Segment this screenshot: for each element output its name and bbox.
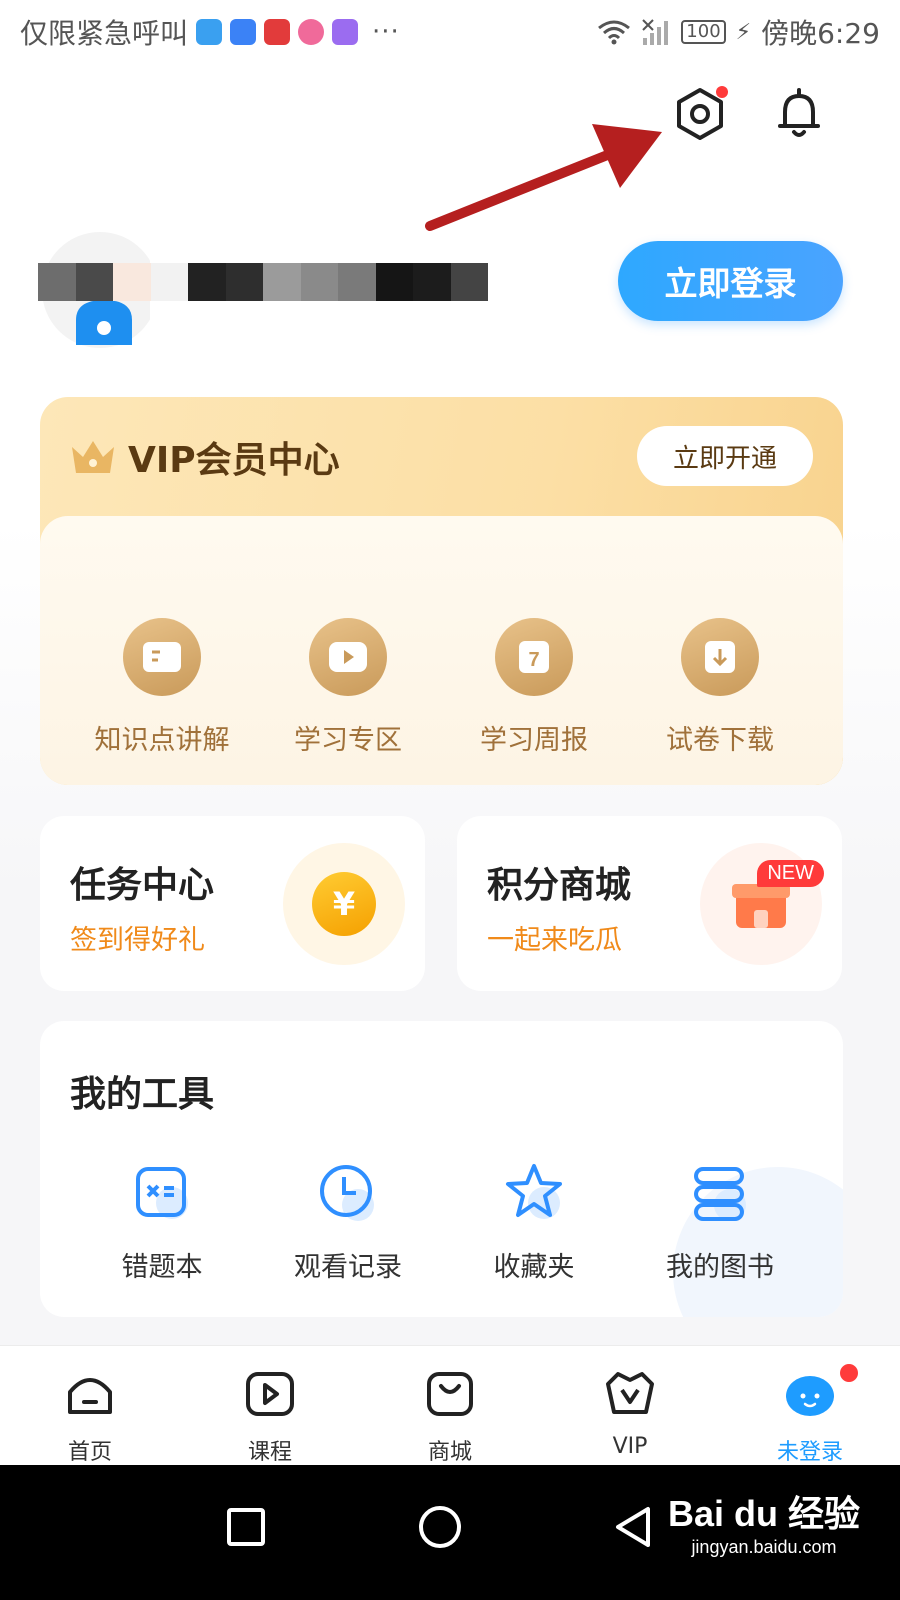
- vip-open-button[interactable]: 立即开通: [637, 426, 813, 486]
- tab-label: 首页: [67, 1440, 112, 1465]
- news-app-icon: [264, 19, 291, 45]
- carrier-text: 仅限紧急呼叫: [20, 17, 189, 50]
- svg-text:7: 7: [528, 649, 539, 671]
- quanquan-app-icon: [230, 19, 257, 45]
- tab-label: 课程: [247, 1440, 292, 1465]
- profile-notification-dot: [838, 1362, 860, 1384]
- vip-crown-icon: [606, 1372, 654, 1414]
- back-nav-button[interactable]: [604, 1497, 664, 1557]
- star-icon: [506, 1164, 562, 1219]
- baidu-jingyan-watermark: Bai du 经验 jingyan.baidu.com: [668, 1485, 860, 1558]
- status-left: 仅限紧急呼叫 ···: [20, 12, 400, 52]
- coin-icon-wrap: ¥: [283, 843, 405, 965]
- tool-favorites[interactable]: 收藏夹: [444, 1161, 624, 1284]
- signal-icon: [642, 19, 669, 45]
- candy-app-icon: [298, 19, 325, 45]
- tab-label: VIP: [612, 1434, 648, 1459]
- task-center-title: 任务中心: [70, 865, 215, 906]
- books-icon: [694, 1167, 746, 1221]
- tab-home[interactable]: 首页: [30, 1368, 150, 1466]
- tool-label: 观看记录: [294, 1252, 402, 1283]
- new-badge: NEW: [757, 860, 824, 887]
- tab-label: 商城: [427, 1440, 472, 1465]
- my-tools-card: 我的工具 错题本 观看记录 收藏夹 我的图书: [40, 1021, 843, 1317]
- coin-icon: ¥: [312, 872, 376, 936]
- system-nav-bar: Bai du 经验 jingyan.baidu.com: [0, 1465, 900, 1600]
- clock-icon: [320, 1165, 374, 1221]
- battery-icon: 100: [681, 20, 726, 44]
- task-center-subtitle: 签到得好礼: [70, 925, 205, 956]
- download-icon: [681, 618, 759, 696]
- bell-icon: [778, 88, 820, 137]
- points-mall-subtitle: 一起来吃瓜: [487, 925, 622, 956]
- points-mall-card[interactable]: 积分商城 一起来吃瓜 NEW: [457, 816, 842, 991]
- status-right: 100 ⚡ 傍晚6:29: [597, 12, 880, 52]
- vip-item-weekly-report[interactable]: 7 学习周报: [444, 618, 624, 757]
- vip-item-label: 学习周报: [480, 725, 588, 756]
- vip-title: VIP会员中心: [128, 440, 340, 481]
- calendar-7-icon: 7: [495, 618, 573, 696]
- home-icon: [68, 1378, 112, 1414]
- shield-app-icon: [196, 19, 223, 45]
- vip-benefits: 知识点讲解 学习专区 7 学习周报 试卷下载: [40, 516, 843, 785]
- profile-avatar-icon: [786, 1376, 834, 1416]
- wifi-icon: [598, 20, 631, 45]
- crown-icon: [72, 441, 114, 473]
- vip-center-card[interactable]: VIP会员中心 立即开通 知识点讲解 学习专区 7 学习周报 试卷下载: [40, 397, 843, 785]
- tab-mall[interactable]: 商城: [390, 1368, 510, 1466]
- watermark-url: jingyan.baidu.com: [691, 1537, 837, 1557]
- tools-title: 我的工具: [70, 1074, 215, 1115]
- tool-mistake-book[interactable]: 错题本: [72, 1161, 252, 1284]
- tool-label: 错题本: [121, 1252, 203, 1283]
- points-mall-title: 积分商城: [487, 865, 632, 906]
- login-button[interactable]: 立即登录: [618, 241, 843, 321]
- task-center-card[interactable]: 任务中心 签到得好礼 ¥: [40, 816, 425, 991]
- tool-my-books[interactable]: 我的图书: [630, 1161, 810, 1284]
- more-notifications-icon: ···: [372, 17, 400, 47]
- settings-button[interactable]: [672, 86, 728, 142]
- status-bar: 仅限紧急呼叫 ··· 100 ⚡ 傍晚6:29: [0, 0, 900, 62]
- tab-label: 未登录: [776, 1440, 843, 1465]
- settings-notification-dot: [716, 86, 728, 98]
- vip-item-paper-download[interactable]: 试卷下载: [630, 618, 810, 757]
- vip-item-label: 学习专区: [294, 725, 402, 756]
- bottom-tab-bar: 首页 课程 商城 VIP 未登录: [0, 1345, 900, 1465]
- play-video-icon: [309, 618, 387, 696]
- tab-vip[interactable]: VIP: [570, 1368, 690, 1459]
- tab-profile[interactable]: 未登录: [750, 1362, 870, 1466]
- tool-watch-history[interactable]: 观看记录: [258, 1161, 438, 1284]
- play-icon: [246, 1372, 294, 1416]
- vip-item-label: 试卷下载: [666, 725, 774, 756]
- vip-item-label: 知识点讲解: [94, 725, 230, 756]
- chart-app-icon: [332, 19, 359, 45]
- vip-item-knowledge[interactable]: 知识点讲解: [72, 618, 252, 757]
- watermark-logo: Bai du 经验: [667, 1493, 860, 1534]
- vip-header: VIP会员中心: [68, 431, 340, 483]
- notifications-button[interactable]: [771, 86, 827, 142]
- knowledge-icon: [123, 618, 201, 696]
- charging-icon: ⚡: [735, 19, 752, 45]
- vip-item-study-zone[interactable]: 学习专区: [258, 618, 438, 757]
- tool-label: 我的图书: [666, 1252, 774, 1283]
- annotation-arrow: [425, 124, 662, 231]
- recent-apps-button[interactable]: [216, 1497, 276, 1557]
- shopping-bag-icon: [427, 1372, 473, 1416]
- username-redacted: [38, 263, 488, 301]
- clock: 傍晚6:29: [761, 17, 880, 50]
- tool-label: 收藏夹: [493, 1252, 575, 1283]
- tab-courses[interactable]: 课程: [210, 1368, 330, 1466]
- mistake-book-icon: [136, 1167, 188, 1219]
- home-nav-button[interactable]: [410, 1497, 470, 1557]
